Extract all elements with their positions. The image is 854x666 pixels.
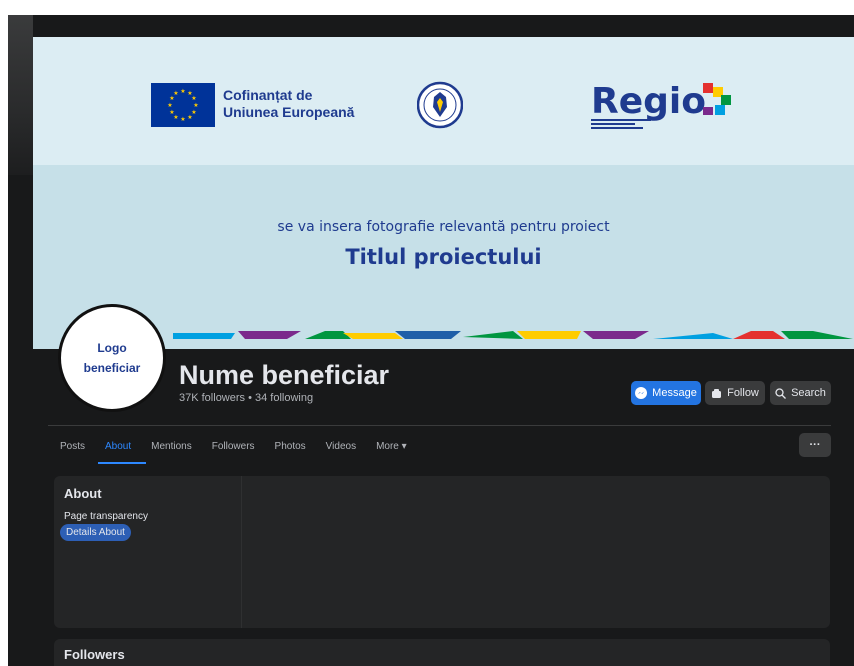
tab-videos[interactable]: Videos <box>316 440 366 454</box>
government-crest-icon <box>417 81 463 129</box>
page-tabs: Posts About Mentions Followers Photos Vi… <box>50 440 417 454</box>
tab-more[interactable]: More ▾ <box>366 440 417 454</box>
cover-subtitle: se va insera fotografie relevantă pentru… <box>277 219 610 235</box>
svg-text:★: ★ <box>167 102 172 109</box>
messenger-icon <box>635 387 648 399</box>
search-icon <box>775 387 787 399</box>
eu-cofinancing-text: Cofinanțat de Uniunea Europeană <box>223 87 354 121</box>
about-card-divider <box>241 476 242 628</box>
svg-text:★: ★ <box>169 109 174 116</box>
eu-flag-icon: ★ ★★ ★★★ ★★★ ★★★ <box>151 83 215 127</box>
page-follower-stats[interactable]: 37K followers • 34 following <box>179 392 313 404</box>
active-tab-indicator <box>98 462 146 464</box>
message-button[interactable]: Message <box>631 381 701 405</box>
cover-photo: ★ ★ ★ ★ ★ ★ ★ ★ ★ ★ ★ ★ Cofinanțat de Uniunea Eu… <box>33 37 854 349</box>
tab-about[interactable]: About <box>95 440 141 454</box>
left-edge-strip <box>8 15 33 175</box>
decorative-stripes <box>173 331 853 339</box>
about-title: About <box>64 486 102 501</box>
svg-text:★: ★ <box>180 116 185 123</box>
tab-posts[interactable]: Posts <box>50 440 95 454</box>
logo-line-1: Logo <box>97 341 127 355</box>
regio-logo-text: Regio <box>591 81 706 122</box>
svg-text:★: ★ <box>191 95 196 102</box>
message-label: Message <box>652 387 697 399</box>
cover-title: Titlul proiectului <box>345 245 542 269</box>
tab-followers[interactable]: Followers <box>202 440 265 454</box>
eu-line-2: Uniunea Europeană <box>223 104 355 120</box>
followers-title: Followers <box>64 647 125 662</box>
logo-line-2: beneficiar <box>83 361 141 375</box>
svg-text:★: ★ <box>180 88 185 95</box>
search-button[interactable]: Search <box>770 381 831 405</box>
svg-text:★: ★ <box>187 114 192 121</box>
follow-icon <box>712 388 722 398</box>
page-name: Nume beneficiar <box>179 360 390 390</box>
details-about-link[interactable]: Details About <box>60 524 131 541</box>
more-options-button[interactable]: ··· <box>799 433 831 457</box>
follow-button[interactable]: Follow <box>705 381 765 405</box>
svg-text:★: ★ <box>173 90 178 97</box>
followers-card: Followers <box>54 639 830 666</box>
about-card: About Page transparency Details About <box>54 476 830 628</box>
eu-line-1: Cofinanțat de <box>223 87 313 103</box>
tab-photos[interactable]: Photos <box>265 440 316 454</box>
facebook-page: ★ ★ ★ ★ ★ ★ ★ ★ ★ ★ ★ ★ Cofinanțat de Uniunea Eu… <box>8 15 854 666</box>
follow-label: Follow <box>727 387 759 399</box>
page-transparency-link[interactable]: Page transparency <box>64 511 148 522</box>
profile-logo[interactable]: Logo beneficiar <box>58 304 166 412</box>
regio-logo: Regio <box>591 81 731 129</box>
search-label: Search <box>791 387 826 399</box>
svg-text:★: ★ <box>193 102 198 109</box>
nav-divider <box>48 425 831 426</box>
tab-mentions[interactable]: Mentions <box>141 440 202 454</box>
